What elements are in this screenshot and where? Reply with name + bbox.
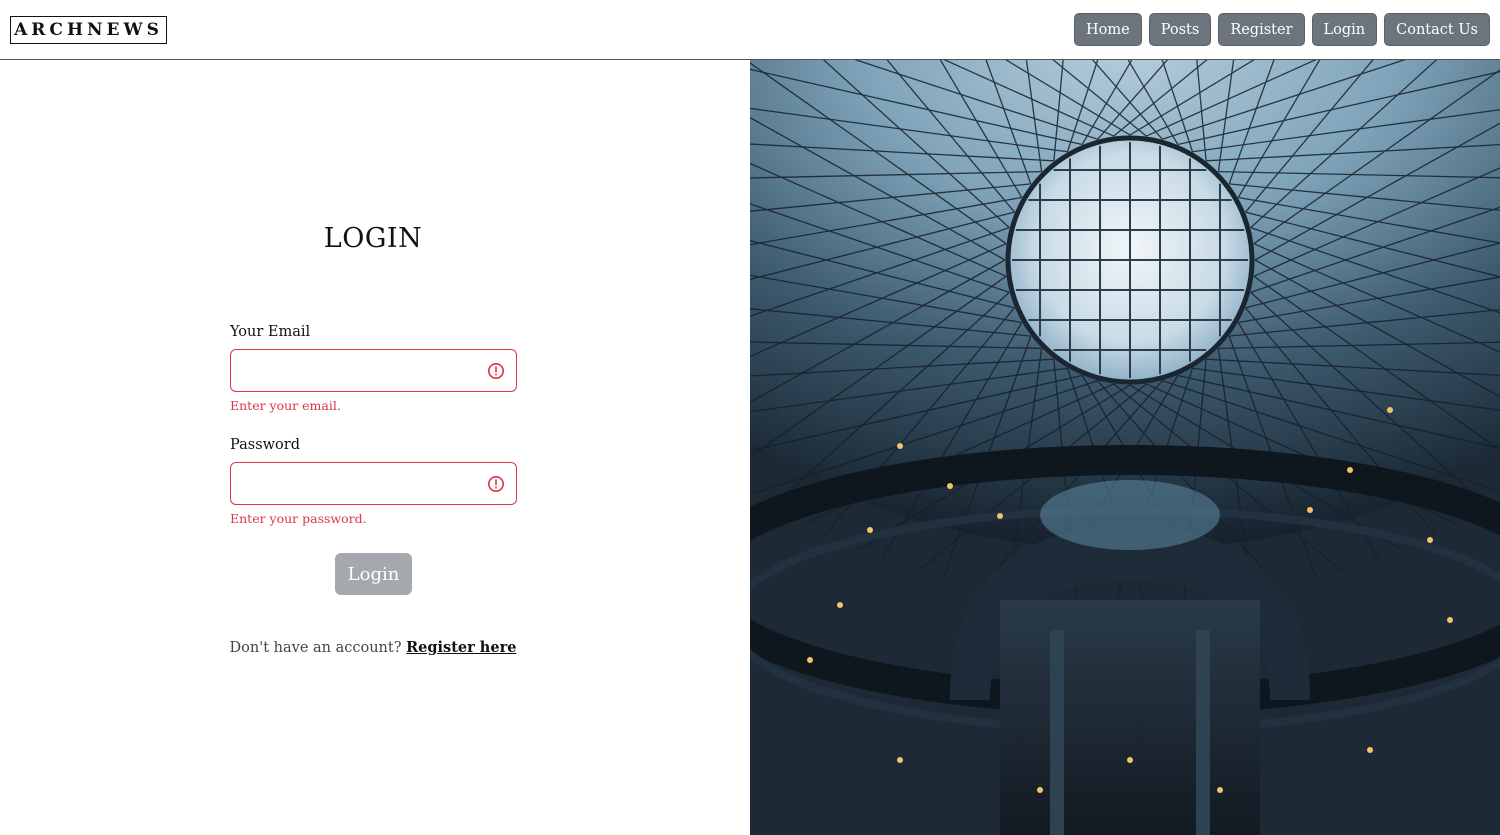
register-prompt-text: Don't have an account?	[229, 640, 402, 656]
password-error-message: Enter your password.	[230, 511, 367, 526]
login-submit-button[interactable]: Login	[335, 553, 412, 595]
nav-register-button[interactable]: Register	[1218, 13, 1305, 46]
email-error-message: Enter your email.	[230, 398, 341, 413]
error-icon	[487, 362, 505, 380]
password-group: Password Enter your password.	[230, 437, 517, 526]
nav-posts-button[interactable]: Posts	[1148, 13, 1212, 46]
password-field[interactable]	[231, 463, 516, 504]
site-logo[interactable]: ARCHNEWS	[10, 16, 167, 44]
password-field-wrapper	[230, 462, 517, 505]
nav-contact-button[interactable]: Contact Us	[1384, 13, 1490, 46]
login-panel: LOGIN Your Email Enter your email. Passw…	[0, 60, 750, 835]
register-prompt: Don't have an account? Register here	[0, 639, 746, 656]
nav-login-button[interactable]: Login	[1311, 13, 1378, 46]
email-field[interactable]	[231, 350, 516, 391]
main-nav: Home Posts Register Login Contact Us	[1073, 13, 1490, 46]
email-field-wrapper	[230, 349, 517, 392]
password-label: Password	[230, 437, 300, 453]
register-link[interactable]: Register here	[406, 639, 516, 656]
login-form: Your Email Enter your email. Password En…	[230, 324, 517, 526]
error-icon	[487, 475, 505, 493]
architecture-dome-photo-icon	[750, 60, 1500, 835]
nav-home-button[interactable]: Home	[1073, 13, 1142, 46]
top-header: ARCHNEWS Home Posts Register Login Conta…	[0, 0, 1500, 60]
email-group: Your Email Enter your email.	[230, 324, 517, 413]
hero-image	[750, 60, 1500, 835]
email-label: Your Email	[230, 324, 311, 340]
page-title: LOGIN	[323, 223, 423, 254]
